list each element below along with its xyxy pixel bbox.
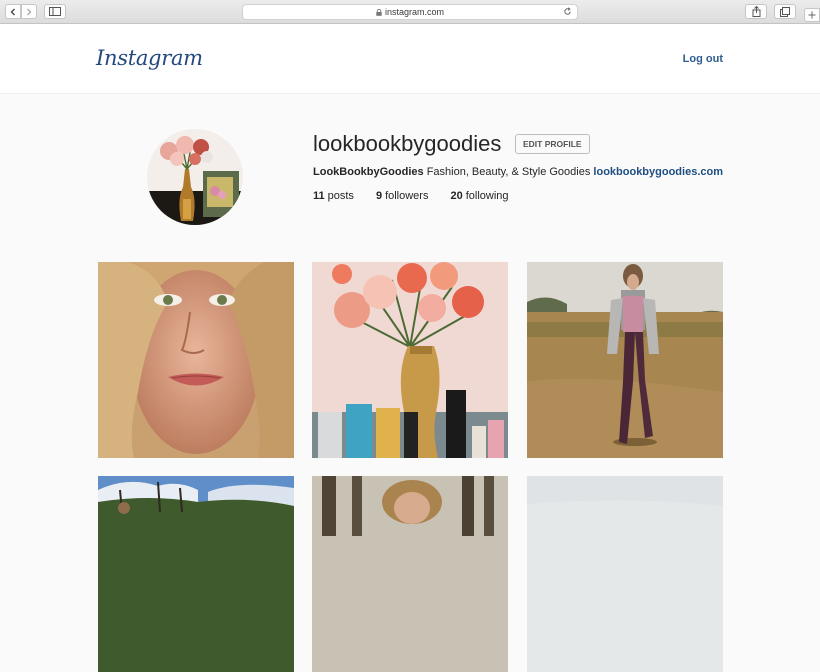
post-tile-field[interactable] <box>527 262 723 458</box>
followers-count-label: followers <box>385 190 429 202</box>
profile-stats: 11 posts 9 followers 20 following <box>313 190 531 202</box>
profile-website-link[interactable]: lookbookbygoodies.com <box>593 166 723 178</box>
followers-count[interactable]: 9 followers <box>376 190 429 202</box>
post-tile-trees[interactable] <box>312 476 508 672</box>
chevron-right-icon <box>27 8 32 15</box>
tabs-icon <box>780 6 790 17</box>
following-count-label: following <box>465 190 509 202</box>
post-tile-selfie[interactable] <box>98 262 294 458</box>
browser-toolbar: instagram.com <box>0 0 820 24</box>
avatar[interactable] <box>147 129 243 225</box>
chevron-left-icon <box>10 8 15 15</box>
tabs-overview-button[interactable] <box>774 4 796 19</box>
reload-icon[interactable] <box>563 7 572 18</box>
hills-photo <box>98 476 294 672</box>
url-text: instagram.com <box>384 7 445 17</box>
flowers-cosmetics-photo <box>312 262 508 458</box>
new-tab-button[interactable] <box>804 8 820 22</box>
back-button[interactable] <box>5 4 21 19</box>
address-bar[interactable]: instagram.com <box>242 4 578 20</box>
selfie-photo <box>98 262 294 458</box>
avatar-photo <box>147 129 243 225</box>
lock-icon <box>376 8 382 16</box>
field-walk-photo <box>527 262 723 458</box>
trees-portrait-photo <box>312 476 508 672</box>
sky-photo <box>527 476 723 672</box>
post-tile-flowers[interactable] <box>312 262 508 458</box>
profile-full-name: LookBookbyGoodies <box>313 166 424 178</box>
posts-count-label: posts <box>327 190 354 202</box>
following-count[interactable]: 20 following <box>450 190 508 202</box>
instagram-logo[interactable]: Instagram <box>96 46 203 70</box>
forward-button[interactable] <box>21 4 37 19</box>
followers-count-value: 9 <box>375 190 383 202</box>
post-tile-hills[interactable] <box>98 476 294 672</box>
profile-bio-text: Fashion, Beauty, & Style Goodies <box>426 166 591 178</box>
logout-link[interactable]: Log out <box>683 53 723 65</box>
posts-count: 11 posts <box>313 190 354 202</box>
plus-icon <box>808 11 816 19</box>
share-button[interactable] <box>745 4 767 19</box>
share-icon <box>752 6 760 17</box>
following-count-value: 20 <box>450 190 463 202</box>
posts-count-value: 11 <box>313 190 325 202</box>
sidebar-toggle-button[interactable] <box>44 4 66 19</box>
site-header: Instagram Log out <box>0 24 820 94</box>
post-tile-sky[interactable] <box>527 476 723 672</box>
sidebar-icon <box>49 7 61 16</box>
edit-profile-button[interactable]: EDIT PROFILE <box>515 134 590 154</box>
profile-username: lookbookbygoodies <box>313 131 502 156</box>
profile-bio: LookBookbyGoodies Fashion, Beauty, & Sty… <box>313 166 723 178</box>
